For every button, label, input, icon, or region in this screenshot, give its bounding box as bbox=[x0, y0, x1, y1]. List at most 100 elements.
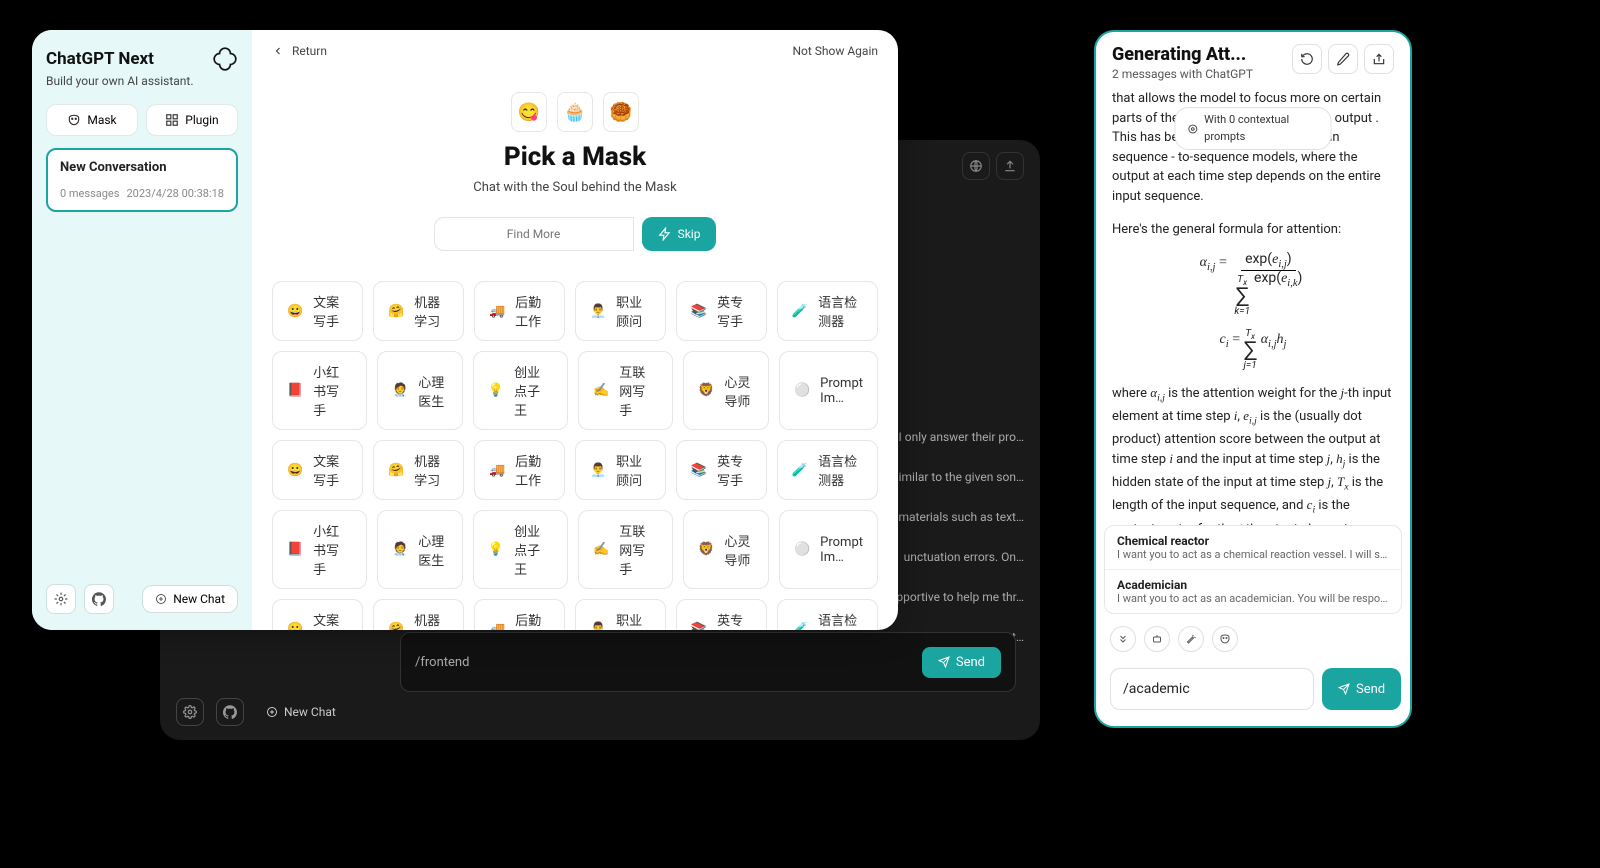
mask-label: 后勤工作 bbox=[515, 610, 550, 630]
mask-button[interactable]: Mask bbox=[46, 104, 138, 136]
mask-label: 英专写手 bbox=[717, 451, 752, 489]
mask-item[interactable]: 👨‍💼职业顾问 bbox=[575, 281, 666, 341]
github-icon[interactable] bbox=[84, 584, 114, 614]
mask-label: 创业点子王 bbox=[514, 521, 553, 578]
mask-item[interactable]: 🤗机器学习 bbox=[373, 440, 464, 500]
github-icon[interactable] bbox=[216, 698, 244, 726]
mobile-subtitle: 2 messages with ChatGPT bbox=[1112, 67, 1253, 81]
return-button[interactable]: Return bbox=[272, 44, 327, 58]
pick-mask-title: Pick a Mask bbox=[272, 142, 878, 172]
settings-icon[interactable] bbox=[176, 698, 204, 726]
mask-item[interactable]: 🦁心灵导师 bbox=[683, 351, 769, 430]
conversation-card[interactable]: New Conversation 0 messages 2023/4/28 00… bbox=[46, 148, 238, 212]
mask-item[interactable]: 🧑‍⚕️心理医生 bbox=[377, 510, 463, 589]
mask-label: 英专写手 bbox=[717, 610, 752, 630]
magic-wand-icon[interactable] bbox=[1178, 626, 1204, 652]
mask-item[interactable]: ⚪ Prompt Im… bbox=[779, 510, 878, 589]
mobile-title: Generating Att... bbox=[1112, 44, 1253, 65]
featured-mask-icon[interactable]: 🧁 bbox=[557, 92, 593, 132]
mask-item[interactable]: 🚚后勤工作 bbox=[474, 281, 565, 341]
mask-item[interactable]: 📕小红书写手 bbox=[272, 510, 367, 589]
dark-snippet: similar to the given son… bbox=[883, 470, 1024, 484]
mask-emoji-icon: 👨‍💼 bbox=[590, 463, 606, 478]
mask-label: Prompt Im… bbox=[820, 535, 863, 565]
mask-item[interactable]: 🚚后勤工作 bbox=[474, 440, 565, 500]
settings-icon[interactable] bbox=[46, 584, 76, 614]
mask-item[interactable]: 🧪语言检测器 bbox=[777, 281, 878, 341]
mask-item[interactable]: 🧪语言检测器 bbox=[777, 599, 878, 630]
mask-emoji-icon: 📚 bbox=[691, 304, 707, 319]
mask-item[interactable]: 📕小红书写手 bbox=[272, 351, 367, 430]
mask-label: 语言检测器 bbox=[818, 451, 863, 489]
globe-icon[interactable] bbox=[962, 152, 990, 180]
mask-emoji-icon: 👨‍💼 bbox=[590, 304, 606, 319]
mask-item[interactable]: 🧪 语言检测器 bbox=[777, 440, 878, 500]
mask-emoji-icon: 🧪 bbox=[792, 463, 808, 478]
share-icon[interactable] bbox=[1364, 44, 1394, 74]
dark-snippet: unctuation errors. On… bbox=[883, 550, 1024, 564]
message-paragraph: where αi,j is the attention weight for t… bbox=[1112, 383, 1394, 525]
chevrons-down-icon[interactable] bbox=[1110, 626, 1136, 652]
mobile-send-button[interactable]: Send bbox=[1322, 668, 1401, 710]
mask-emoji-icon: ⚪ bbox=[794, 383, 810, 398]
mask-icon[interactable] bbox=[1212, 626, 1238, 652]
mask-emoji-icon: 📚 bbox=[691, 463, 707, 478]
mask-item[interactable]: 😀文案写手 bbox=[272, 599, 363, 630]
mask-item[interactable]: 👨‍💼职业顾问 bbox=[575, 440, 666, 500]
suggestion-item[interactable]: Chemical reactor I want you to act as a … bbox=[1105, 526, 1401, 570]
mask-label: 互联网写手 bbox=[619, 521, 658, 578]
mask-label: 机器学习 bbox=[414, 292, 449, 330]
mask-picker-content: Return Not Show Again 😋 🧁 🥮 Pick a Mask … bbox=[252, 30, 898, 630]
new-chat-button[interactable]: New Chat bbox=[142, 585, 238, 613]
openai-logo-icon bbox=[212, 46, 238, 72]
mask-item[interactable]: ✍️互联网写手 bbox=[578, 510, 673, 589]
mask-emoji-icon: ⚪ bbox=[794, 542, 810, 557]
mask-item[interactable]: 💡创业点子王 bbox=[473, 510, 568, 589]
plugin-button[interactable]: Plugin bbox=[146, 104, 238, 136]
mask-label: 文案写手 bbox=[313, 451, 348, 489]
mask-item[interactable]: 🧑‍⚕️心理医生 bbox=[377, 351, 463, 430]
main-window: ChatGPT Next Build your own AI assistant… bbox=[32, 30, 898, 630]
mask-item[interactable]: 😀文案写手 bbox=[272, 440, 363, 500]
mask-item[interactable]: 👨‍💼职业顾问 bbox=[575, 599, 666, 630]
mask-emoji-icon: 📕 bbox=[287, 383, 303, 398]
mask-item[interactable]: 📚 英专写手 bbox=[676, 440, 767, 500]
mask-label: 后勤工作 bbox=[515, 292, 550, 330]
not-show-again-button[interactable]: Not Show Again bbox=[792, 44, 878, 58]
suggestion-list: Chemical reactor I want you to act as a … bbox=[1104, 525, 1402, 614]
mask-item[interactable]: 🤗机器学习 bbox=[373, 281, 464, 341]
mask-item[interactable]: 📚英专写手 bbox=[676, 599, 767, 630]
dark-new-chat-button[interactable]: New Chat bbox=[256, 701, 346, 723]
mask-item[interactable]: 📚英专写手 bbox=[676, 281, 767, 341]
dark-chat-input[interactable]: /frontend Send bbox=[400, 632, 1016, 692]
upload-icon[interactable] bbox=[996, 152, 1024, 180]
mask-item[interactable]: 🦁心灵导师 bbox=[683, 510, 769, 589]
mask-item[interactable]: 💡创业点子王 bbox=[473, 351, 568, 430]
sidebar: ChatGPT Next Build your own AI assistant… bbox=[32, 30, 252, 630]
contextual-prompts-pill[interactable]: With 0 contextual prompts bbox=[1175, 107, 1332, 150]
edit-icon[interactable] bbox=[1328, 44, 1358, 74]
suggestion-item[interactable]: Academician I want you to act as an acad… bbox=[1105, 570, 1401, 613]
mask-item[interactable]: 😀文案写手 bbox=[272, 281, 363, 341]
mask-item[interactable]: 🤗机器学习 bbox=[373, 599, 464, 630]
mask-emoji-icon: 🧪 bbox=[792, 304, 808, 319]
dark-send-button[interactable]: Send bbox=[922, 647, 1001, 678]
mask-label: 机器学习 bbox=[414, 610, 449, 630]
mask-item[interactable]: 🚚 后勤工作 bbox=[474, 599, 565, 630]
mask-item[interactable]: ⚪Prompt Im… bbox=[779, 351, 878, 430]
message-paragraph: Here's the general formula for attention… bbox=[1112, 220, 1394, 240]
mask-emoji-icon: 🦁 bbox=[698, 542, 714, 557]
featured-mask-icon[interactable]: 😋 bbox=[511, 92, 547, 132]
mask-item[interactable]: ✍️互联网写手 bbox=[578, 351, 673, 430]
dark-snippet: pportive to help me thr… bbox=[883, 590, 1024, 604]
mask-emoji-icon: ✍️ bbox=[593, 383, 609, 398]
mask-label: 机器学习 bbox=[414, 451, 449, 489]
mask-label: 文案写手 bbox=[313, 292, 348, 330]
skip-button[interactable]: Skip bbox=[642, 217, 717, 251]
featured-mask-icon[interactable]: 🥮 bbox=[603, 92, 639, 132]
undo-icon[interactable] bbox=[1292, 44, 1322, 74]
find-more-input[interactable] bbox=[434, 217, 634, 251]
mask-emoji-icon: 🚚 bbox=[489, 622, 505, 631]
mobile-chat-input[interactable] bbox=[1110, 668, 1314, 710]
robot-icon[interactable] bbox=[1144, 626, 1170, 652]
